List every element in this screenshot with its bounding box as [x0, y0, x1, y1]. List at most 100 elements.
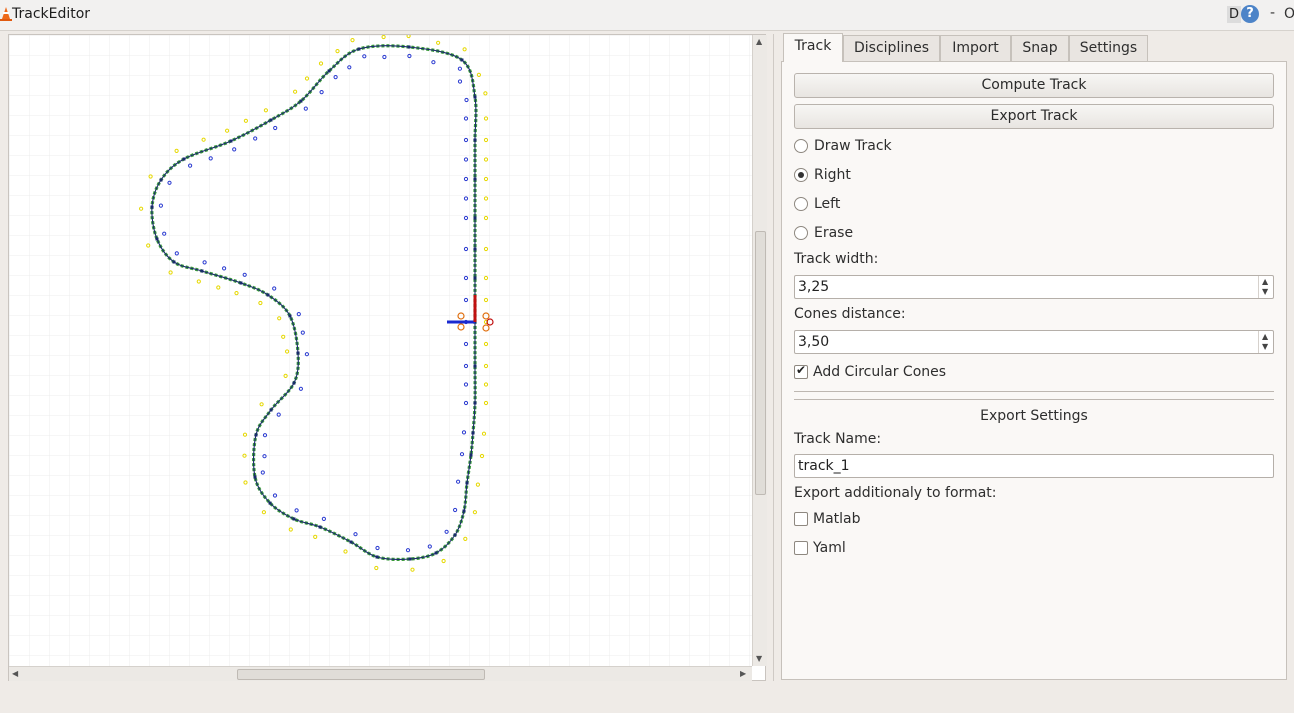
centerline-vertex[interactable]: [473, 247, 477, 251]
d-button[interactable]: D: [1227, 6, 1241, 23]
spin-down-icon[interactable]: ▼: [1262, 288, 1268, 296]
centerline-vertex[interactable]: [299, 99, 303, 103]
canvas-grid: [9, 35, 752, 666]
radio-draw-track[interactable]: [794, 139, 808, 153]
spinbox-arrows[interactable]: ▲ ▼: [1258, 276, 1273, 298]
centerline-vertex[interactable]: [269, 118, 273, 122]
spin-down-icon[interactable]: ▼: [1262, 343, 1268, 351]
cones-distance-spinbox[interactable]: 3,50 ▲ ▼: [794, 330, 1274, 354]
centerline-vertex[interactable]: [182, 157, 186, 161]
window-title: TrackEditor: [12, 6, 91, 22]
track-width-spinbox[interactable]: 3,25 ▲ ▼: [794, 275, 1274, 299]
export-settings-heading: Export Settings: [980, 408, 1088, 424]
spin-up-icon[interactable]: ▲: [1262, 333, 1268, 341]
checkmark-icon: ✔: [796, 363, 807, 377]
centerline-vertex[interactable]: [473, 401, 477, 405]
centerline-vertex[interactable]: [155, 237, 159, 241]
centerline-vertex[interactable]: [254, 433, 258, 437]
divider: [794, 399, 1274, 400]
radio-right[interactable]: [794, 168, 808, 182]
centerline-vertex[interactable]: [349, 540, 353, 544]
yaml-label[interactable]: Yaml: [813, 540, 846, 556]
matlab-checkbox[interactable]: [794, 512, 808, 526]
centerline-vertex[interactable]: [375, 555, 379, 559]
spinbox-arrows[interactable]: ▲ ▼: [1258, 331, 1273, 353]
yaml-checkbox[interactable]: [794, 541, 808, 555]
radio-left[interactable]: [794, 197, 808, 211]
track-width-value[interactable]: 3,25: [798, 279, 829, 295]
centerline-vertex[interactable]: [159, 178, 163, 182]
centerline-vertex[interactable]: [292, 517, 296, 521]
radio-erase[interactable]: [794, 226, 808, 240]
horizontal-scrollbar[interactable]: ◀ ▶: [9, 666, 752, 681]
tab-track[interactable]: Track: [783, 33, 843, 62]
minimize-button[interactable]: -: [1270, 5, 1275, 21]
centerline-vertex[interactable]: [453, 533, 457, 537]
centerline-vertex[interactable]: [473, 138, 477, 142]
vertical-scrollbar[interactable]: ▲ ▼: [752, 35, 767, 666]
title-bar: TrackEditor D ? - O: [0, 0, 1294, 31]
centerline-vertex[interactable]: [292, 381, 296, 385]
horizontal-scroll-thumb[interactable]: [237, 669, 485, 680]
centerline-vertex[interactable]: [239, 281, 243, 285]
centerline-vertex[interactable]: [200, 269, 204, 273]
track-width-label: Track width:: [794, 251, 879, 267]
panel-splitter[interactable]: [773, 34, 774, 681]
tab-snap[interactable]: Snap: [1011, 35, 1069, 61]
scroll-down-arrow-icon[interactable]: ▼: [756, 654, 762, 664]
divider: [794, 391, 1274, 392]
radio-left-label[interactable]: Left: [814, 196, 840, 212]
export-format-label: Export additionaly to format:: [794, 485, 997, 501]
compute-track-button[interactable]: Compute Track: [794, 73, 1274, 98]
radio-erase-label[interactable]: Erase: [814, 225, 853, 241]
radio-right-label[interactable]: Right: [814, 167, 851, 183]
tab-disciplines[interactable]: Disciplines: [843, 35, 940, 61]
centerline-vertex[interactable]: [327, 69, 331, 73]
centerline-vertex[interactable]: [266, 293, 270, 297]
centerline-vertex[interactable]: [469, 453, 473, 457]
vertical-scroll-thumb[interactable]: [755, 231, 766, 495]
track-name-input[interactable]: track_1: [794, 454, 1274, 478]
track-drawing[interactable]: [9, 35, 752, 666]
centerline-vertex[interactable]: [407, 45, 411, 49]
centerline-vertex[interactable]: [357, 47, 361, 51]
centerline-vertex[interactable]: [471, 431, 475, 435]
add-circular-cones-checkbox[interactable]: ✔: [794, 363, 808, 379]
centerline-vertex[interactable]: [288, 314, 292, 318]
cones-distance-label: Cones distance:: [794, 306, 906, 322]
tab-settings[interactable]: Settings: [1069, 35, 1148, 61]
centerline-vertex[interactable]: [268, 501, 272, 505]
centerline-vertex[interactable]: [473, 276, 477, 280]
centerline-vertex[interactable]: [253, 475, 257, 479]
export-track-button[interactable]: Export Track: [794, 104, 1274, 129]
centerline-vertex[interactable]: [434, 551, 438, 555]
centerline-vertex[interactable]: [473, 216, 477, 220]
centerline-vertex[interactable]: [172, 260, 176, 264]
spin-up-icon[interactable]: ▲: [1262, 278, 1268, 286]
centerline-vertex[interactable]: [462, 509, 466, 513]
centerline-vertex[interactable]: [296, 351, 300, 355]
centerline-vertex[interactable]: [465, 481, 469, 485]
traffic-cone-icon: [0, 7, 12, 21]
centerline-vertex[interactable]: [473, 177, 477, 181]
scroll-up-arrow-icon[interactable]: ▲: [756, 37, 762, 47]
scroll-left-arrow-icon[interactable]: ◀: [12, 669, 18, 679]
scroll-right-arrow-icon[interactable]: ▶: [740, 669, 746, 679]
centerline-vertex[interactable]: [460, 58, 464, 62]
centerline-vertex[interactable]: [229, 139, 233, 143]
cones-distance-value[interactable]: 3,50: [798, 334, 829, 350]
centerline-vertex[interactable]: [150, 205, 154, 209]
centerline-vertex[interactable]: [269, 408, 273, 412]
tab-import[interactable]: Import: [940, 35, 1011, 61]
matlab-label[interactable]: Matlab: [813, 511, 861, 527]
centerline-vertex[interactable]: [318, 525, 322, 529]
track-canvas[interactable]: ▲ ▼ ◀ ▶: [8, 34, 767, 681]
centerline-vertex[interactable]: [473, 95, 477, 99]
help-icon[interactable]: ?: [1241, 5, 1259, 23]
centerline-vertex[interactable]: [473, 364, 477, 368]
radio-draw-track-label[interactable]: Draw Track: [814, 138, 892, 154]
add-circular-cones-label[interactable]: Add Circular Cones: [813, 364, 946, 380]
centerline-vertex[interactable]: [408, 557, 412, 561]
close-button[interactable]: O: [1284, 6, 1294, 22]
radio-selected-dot: [798, 172, 804, 178]
